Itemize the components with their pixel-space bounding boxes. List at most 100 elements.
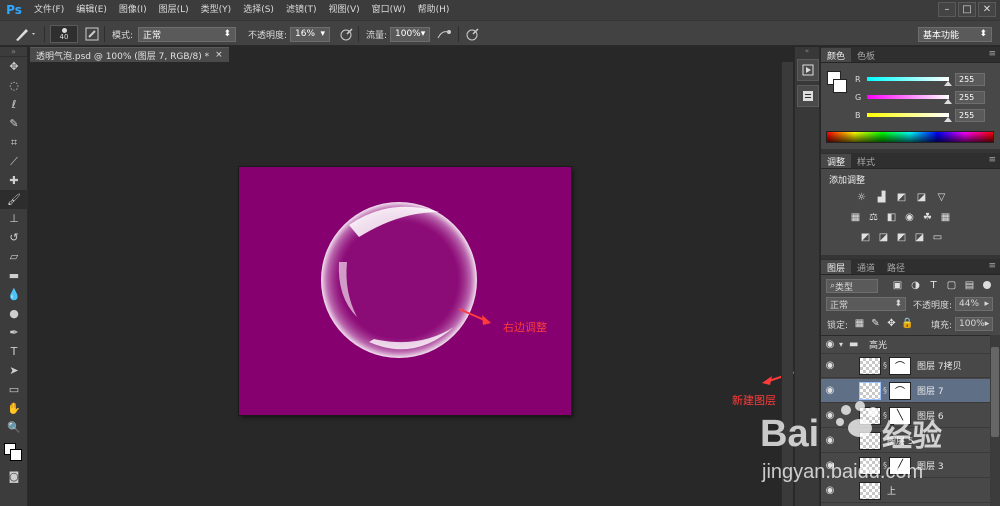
curves-icon[interactable]: ◩ — [895, 191, 908, 203]
menu-image[interactable]: 图像(I) — [113, 0, 153, 20]
menu-edit[interactable]: 编辑(E) — [70, 0, 113, 20]
filter-toggle[interactable] — [983, 281, 991, 289]
menu-window[interactable]: 窗口(W) — [366, 0, 412, 20]
layer-group-row[interactable]: ◉ ▾ ▬ 高光 — [821, 336, 1000, 354]
tools-grip[interactable]: » — [0, 47, 27, 57]
history-panel-button[interactable] — [797, 59, 819, 81]
filter-shape-icon[interactable]: ▢ — [945, 279, 958, 291]
layer-opacity-input[interactable]: 44% ▸ — [955, 297, 993, 311]
g-slider[interactable] — [867, 95, 952, 104]
airbrush-button[interactable] — [436, 25, 454, 43]
dodge-tool-icon[interactable]: ● — [0, 304, 28, 323]
filter-adjustment-icon[interactable]: ◑ — [909, 279, 922, 291]
rectangle-tool-icon[interactable]: ▭ — [0, 380, 28, 399]
expand-arrow-icon[interactable]: ▾ — [839, 340, 849, 349]
lock-image-icon[interactable]: ✎ — [869, 317, 882, 329]
b-slider[interactable] — [867, 113, 952, 122]
photo-filter-icon[interactable]: ◉ — [903, 211, 916, 223]
threshold-icon[interactable]: ◩ — [895, 231, 908, 243]
color-lookup-icon[interactable]: ▦ — [939, 211, 952, 223]
layer-filter-select[interactable]: ⌕ 类型 — [826, 279, 878, 293]
spot-heal-tool-icon[interactable]: ✚ — [0, 171, 28, 190]
r-slider[interactable] — [867, 77, 952, 86]
brush-size-picker[interactable]: 40 — [50, 25, 78, 43]
quick-mask-icon[interactable]: ◙ — [0, 467, 28, 486]
type-tool-icon[interactable]: T — [0, 342, 28, 361]
fill-input[interactable]: 100% ▸ — [955, 317, 993, 331]
layer-mask-thumbnail[interactable]: ⌒ — [889, 356, 911, 375]
menu-view[interactable]: 视图(V) — [322, 0, 365, 20]
selective-color-icon[interactable]: ◪ — [913, 231, 926, 243]
brush-preset-picker[interactable] — [12, 25, 38, 43]
document-canvas[interactable]: 右边调整 — [239, 167, 571, 415]
lock-all-icon[interactable]: 🔒 — [901, 317, 914, 329]
visibility-eye-icon[interactable]: ◉ — [821, 360, 839, 371]
layer-blend-mode-select[interactable]: 正常 ⬍ — [826, 297, 906, 311]
tab-styles[interactable]: 样式 — [851, 154, 881, 168]
posterize-icon[interactable]: ◪ — [877, 231, 890, 243]
filter-pixel-icon[interactable]: ▣ — [891, 279, 904, 291]
zoom-tool-icon[interactable]: 🔍 — [0, 418, 28, 437]
history-brush-tool-icon[interactable]: ↺ — [0, 228, 28, 247]
menu-file[interactable]: 文件(F) — [28, 0, 70, 20]
invert-icon[interactable]: ◩ — [859, 231, 872, 243]
layer-row[interactable]: ◉ § ⌒ 图层 7拷贝 — [821, 354, 1000, 378]
toggle-brush-panel-button[interactable] — [84, 25, 100, 43]
color-swatches[interactable] — [0, 437, 27, 467]
minimize-button[interactable]: – — [938, 2, 956, 17]
exposure-icon[interactable]: ◪ — [915, 191, 928, 203]
color-spectrum[interactable] — [826, 131, 994, 143]
close-button[interactable]: ✕ — [978, 2, 996, 17]
channel-mixer-icon[interactable]: ☘ — [921, 211, 934, 223]
lock-transparent-icon[interactable]: ▦ — [853, 317, 866, 329]
panel-menu-icon[interactable]: ≡ — [988, 261, 996, 271]
workspace-select[interactable]: 基本功能 ⬍ — [918, 26, 992, 42]
pressure-size-button[interactable] — [464, 25, 480, 43]
menu-layer[interactable]: 图层(L) — [153, 0, 195, 20]
document-tab[interactable]: 透明气泡.psd @ 100% (图层 7, RGB/8) * × — [30, 47, 229, 62]
brush-tool-icon[interactable]: 🖌 — [0, 190, 28, 209]
color-background-swatch[interactable] — [833, 79, 847, 93]
gradient-tool-icon[interactable]: ▬ — [0, 266, 28, 285]
menu-filter[interactable]: 滤镜(T) — [280, 0, 323, 20]
close-tab-icon[interactable]: × — [215, 50, 223, 60]
gradient-map-icon[interactable]: ▭ — [931, 231, 944, 243]
canvas-area[interactable]: 右边调整 新建图层 — [29, 62, 820, 506]
levels-icon[interactable]: ▟ — [875, 191, 888, 203]
blend-mode-select[interactable]: 正常 ⬍ — [138, 26, 236, 42]
vibrance-icon[interactable]: ▽ — [935, 191, 948, 203]
panel-menu-icon[interactable]: ≡ — [988, 49, 996, 59]
lock-position-icon[interactable]: ✥ — [885, 317, 898, 329]
path-select-tool-icon[interactable]: ➤ — [0, 361, 28, 380]
clone-stamp-tool-icon[interactable]: ⊥ — [0, 209, 28, 228]
hand-tool-icon[interactable]: ✋ — [0, 399, 28, 418]
filter-type-icon[interactable]: T — [927, 279, 940, 291]
panel-menu-icon[interactable]: ≡ — [988, 155, 996, 165]
menu-type[interactable]: 类型(Y) — [195, 0, 238, 20]
eraser-tool-icon[interactable]: ▱ — [0, 247, 28, 266]
tab-paths[interactable]: 路径 — [881, 260, 911, 274]
brightness-icon[interactable]: ☼ — [855, 191, 868, 203]
tab-layers[interactable]: 图层 — [821, 260, 852, 274]
flow-input[interactable]: 100% ▾ — [390, 26, 430, 42]
visibility-eye-icon[interactable]: ◉ — [821, 339, 839, 350]
g-value[interactable]: 255 — [955, 90, 985, 104]
quick-select-tool-icon[interactable]: ✎ — [0, 114, 28, 133]
tab-adjustments[interactable]: 调整 — [821, 154, 852, 168]
background-color[interactable] — [10, 449, 22, 461]
tab-swatches[interactable]: 色板 — [851, 48, 881, 62]
menu-help[interactable]: 帮助(H) — [412, 0, 456, 20]
maximize-button[interactable]: □ — [958, 2, 976, 17]
blur-tool-icon[interactable]: 💧 — [0, 285, 28, 304]
chain-link-icon[interactable]: § — [881, 361, 889, 370]
pen-tool-icon[interactable]: ✒ — [0, 323, 28, 342]
properties-panel-button[interactable] — [797, 85, 819, 107]
hue-saturation-icon[interactable]: ▦ — [849, 211, 862, 223]
menu-select[interactable]: 选择(S) — [237, 0, 280, 20]
tab-channels[interactable]: 通道 — [851, 260, 881, 274]
move-tool-icon[interactable]: ✥ — [0, 57, 28, 76]
black-white-icon[interactable]: ◧ — [885, 211, 898, 223]
r-value[interactable]: 255 — [955, 72, 985, 86]
pressure-opacity-button[interactable] — [338, 25, 354, 43]
filter-smart-object-icon[interactable]: ▤ — [963, 279, 976, 291]
